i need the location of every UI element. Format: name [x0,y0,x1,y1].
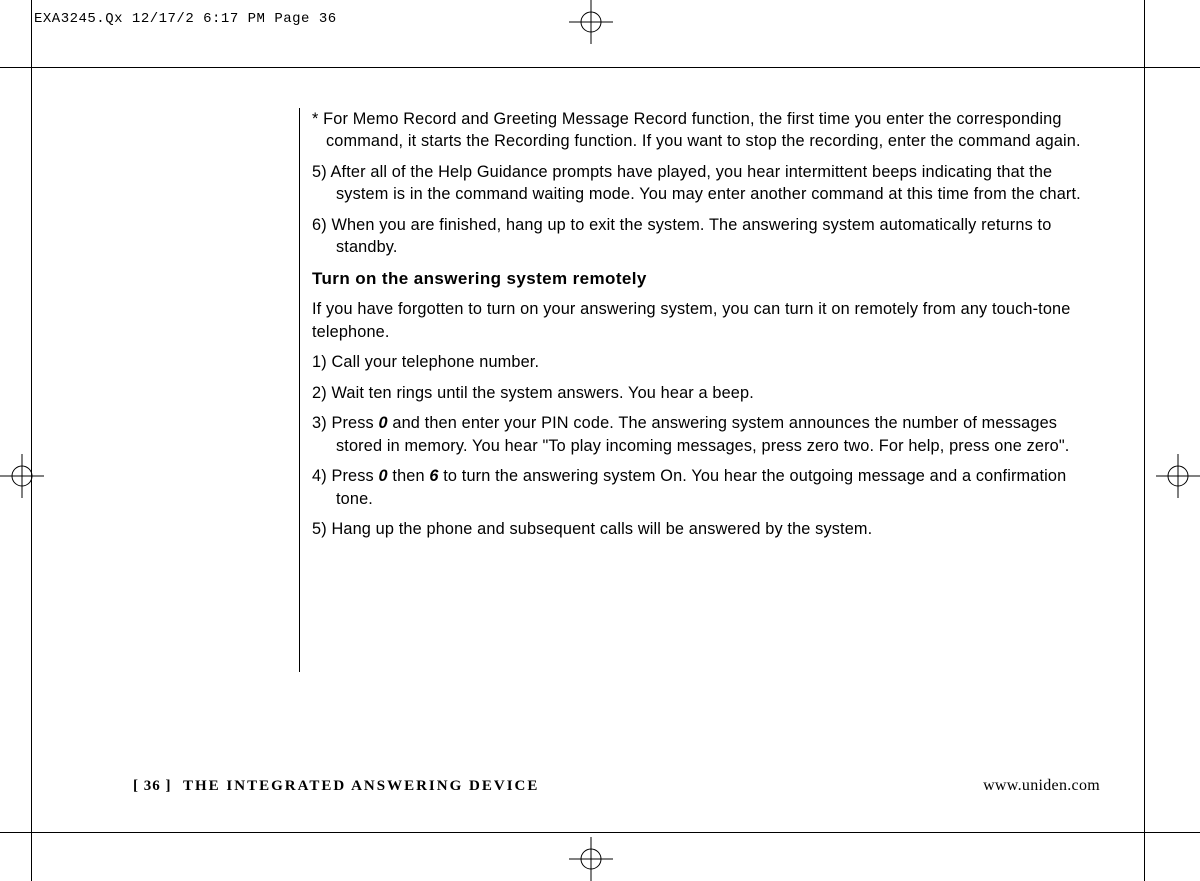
remote-step-1: 1) Call your telephone number. [312,351,1082,373]
crop-rule-top [0,67,1200,68]
remote-step-2: 2) Wait ten rings until the system answe… [312,382,1082,404]
crop-rule-left [31,0,32,881]
section-intro: If you have forgotten to turn on your an… [312,298,1082,343]
crop-rule-bottom [0,832,1200,833]
registration-mark-left-icon [0,454,44,498]
remote-step-3: 3) Press 0 and then enter your PIN code.… [312,412,1082,457]
registration-mark-top-icon [569,0,613,44]
footer-left: [ 36 ] THE INTEGRATED ANSWERING DEVICE [133,778,539,795]
page-number: 36 [144,778,161,794]
step-5: 5) After all of the Help Guidance prompt… [312,161,1082,206]
page-bracket-open: [ [133,778,144,794]
registration-mark-bottom-icon [569,837,613,881]
page-bracket-close: ] [161,778,172,794]
step-6: 6) When you are finished, hang up to exi… [312,214,1082,259]
registration-mark-right-icon [1156,454,1200,498]
footer-section-title: THE INTEGRATED ANSWERING DEVICE [183,778,539,794]
memo-note: * For Memo Record and Greeting Message R… [312,108,1082,153]
section-heading: Turn on the answering system remotely [312,267,1082,290]
remote-step-5: 5) Hang up the phone and subsequent call… [312,518,1082,540]
page-content: * For Memo Record and Greeting Message R… [312,108,1082,549]
remote-step-4: 4) Press 0 then 6 to turn the answering … [312,465,1082,510]
footer-url: www.uniden.com [983,777,1100,795]
crop-rule-right [1144,0,1145,881]
print-header-slug: EXA3245.Qx 12/17/2 6:17 PM Page 36 [34,11,337,27]
content-left-rule [299,108,300,672]
page-footer: [ 36 ] THE INTEGRATED ANSWERING DEVICE w… [133,777,1100,795]
